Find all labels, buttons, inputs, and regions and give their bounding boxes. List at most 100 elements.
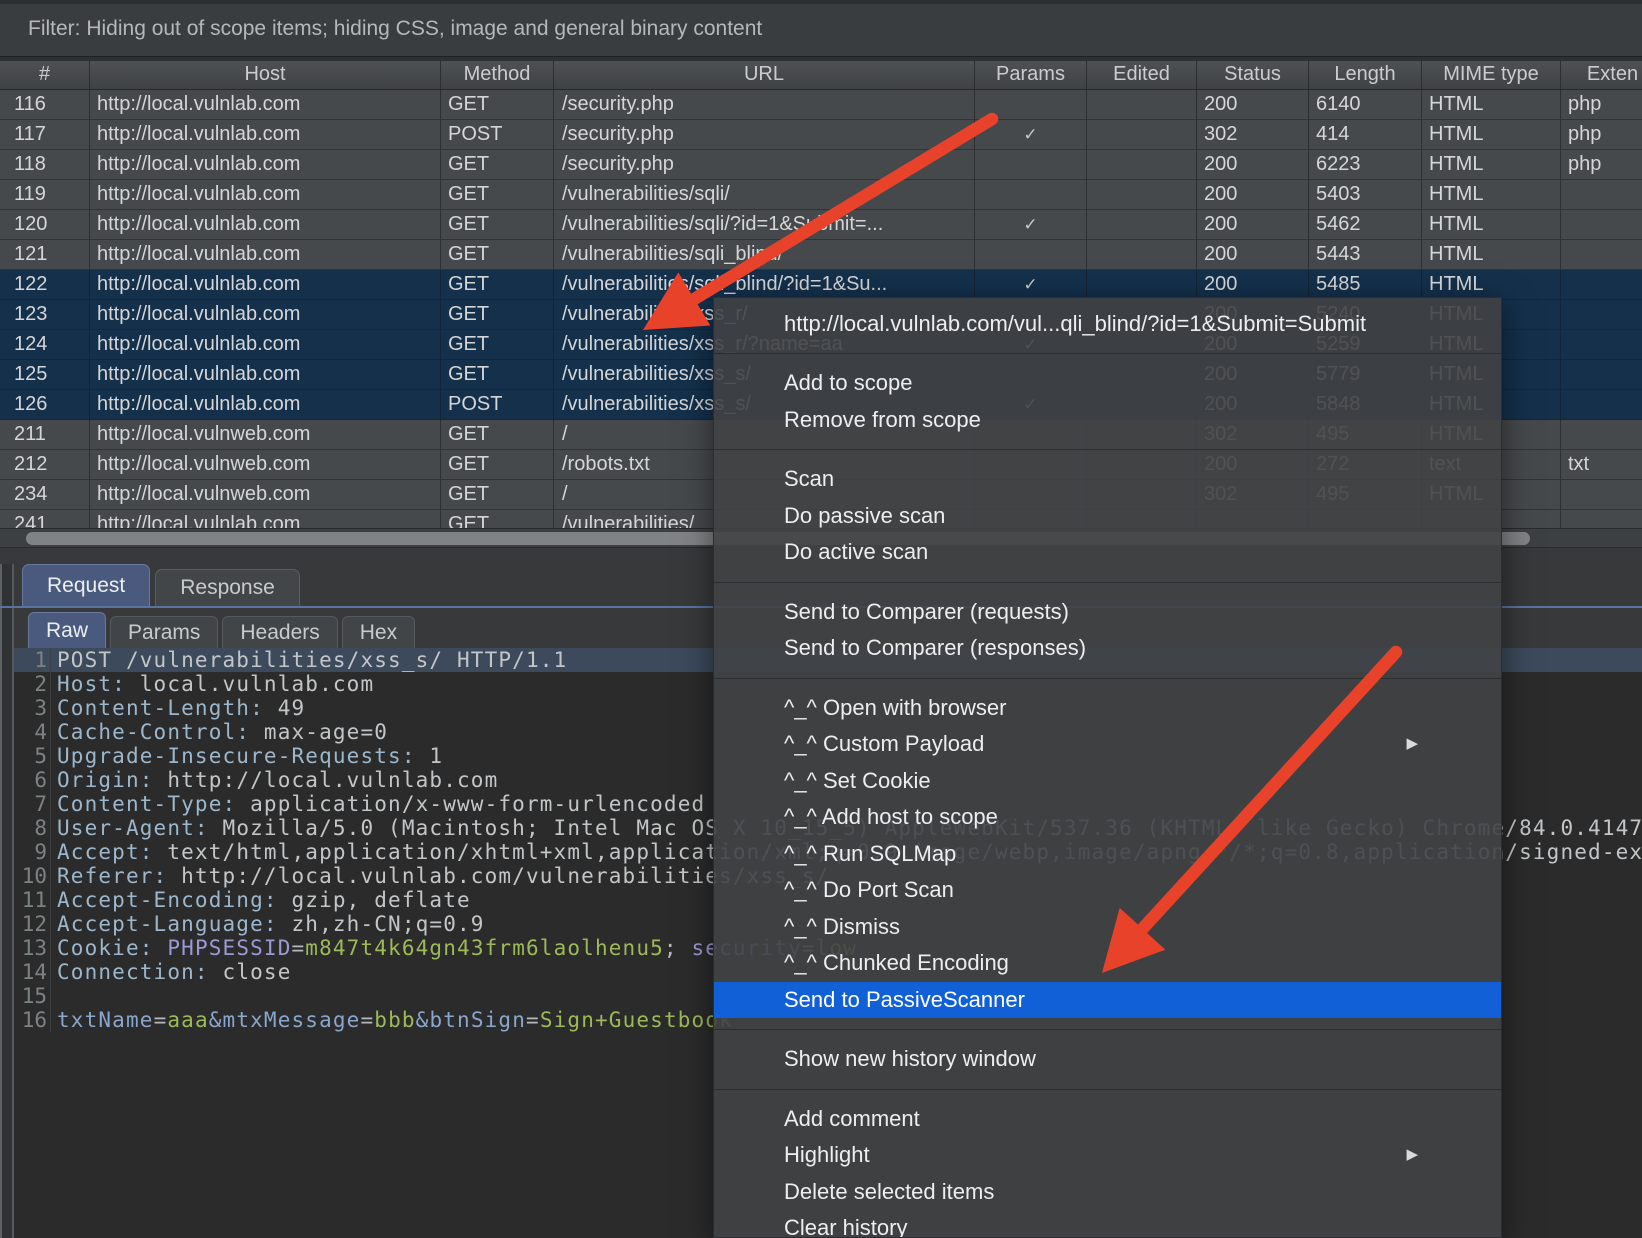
cell-edited <box>1087 180 1197 210</box>
menu-item-scan[interactable]: Scan <box>714 461 1501 498</box>
cell-mime: HTML <box>1422 210 1561 240</box>
menu-item-send-to-passivescanner[interactable]: Send to PassiveScanner <box>714 982 1501 1019</box>
cell-num: 119 <box>0 180 90 210</box>
cell-mime: HTML <box>1422 120 1561 150</box>
table-row-116[interactable]: 116http://local.vulnlab.comGET/security.… <box>0 90 1642 120</box>
cell-ext: php <box>1561 90 1642 120</box>
tab-params[interactable]: Params <box>110 616 218 648</box>
menu-item-label: Do active scan <box>784 539 928 564</box>
cell-mime: HTML <box>1422 270 1561 300</box>
column-header-params[interactable]: Params <box>975 61 1087 89</box>
menu-item-label: ^_^ Run SQLMap <box>784 841 956 866</box>
cell-length: 6223 <box>1309 150 1422 180</box>
filter-bar[interactable]: Filter: Hiding out of scope items; hidin… <box>0 0 1642 57</box>
cell-method: GET <box>441 420 554 450</box>
cell-ext <box>1561 480 1642 510</box>
menu-item-do-active-scan[interactable]: Do active scan <box>714 534 1501 571</box>
menu-item-label: Send to Comparer (requests) <box>784 599 1069 624</box>
column-header-edited[interactable]: Edited <box>1087 61 1197 89</box>
menu-item-add-host-to-scope[interactable]: ^_^ Add host to scope <box>714 799 1501 836</box>
menu-item-remove-from-scope[interactable]: Remove from scope <box>714 402 1501 439</box>
column-header-mime[interactable]: MIME type <box>1422 61 1561 89</box>
cell-params <box>975 240 1087 270</box>
cell-url: /vulnerabilities/sqli_blind/?id=1&Su... <box>554 270 975 300</box>
table-row-120[interactable]: 120http://local.vulnlab.comGET/vulnerabi… <box>0 210 1642 240</box>
menu-item-delete-selected-items[interactable]: Delete selected items <box>714 1174 1501 1211</box>
column-header-status[interactable]: Status <box>1197 61 1309 89</box>
menu-item-do-port-scan[interactable]: ^_^ Do Port Scan <box>714 872 1501 909</box>
menu-item-clear-history[interactable]: Clear history <box>714 1210 1501 1238</box>
menu-item-label: ^_^ Dismiss <box>784 914 900 939</box>
filter-text: Filter: Hiding out of scope items; hidin… <box>28 17 762 40</box>
column-header-num[interactable]: # <box>0 61 90 89</box>
column-header-method[interactable]: Method <box>441 61 554 89</box>
cell-ext <box>1561 330 1642 360</box>
menu-item-open-with-browser[interactable]: ^_^ Open with browser <box>714 690 1501 727</box>
cell-method: GET <box>441 510 554 528</box>
cell-method: GET <box>441 480 554 510</box>
line-number: 13 <box>14 936 51 960</box>
cell-mime: HTML <box>1422 90 1561 120</box>
cell-host: http://local.vulnlab.com <box>90 240 441 270</box>
tab-headers[interactable]: Headers <box>222 616 337 648</box>
table-row-117[interactable]: 117http://local.vulnlab.comPOST/security… <box>0 120 1642 150</box>
menu-item-add-comment[interactable]: Add comment <box>714 1101 1501 1138</box>
menu-item-set-cookie[interactable]: ^_^ Set Cookie <box>714 763 1501 800</box>
cell-host: http://local.vulnlab.com <box>90 390 441 420</box>
line-number: 4 <box>14 720 51 744</box>
cell-mime: HTML <box>1422 240 1561 270</box>
column-header-length[interactable]: Length <box>1309 61 1422 89</box>
cell-ext: php <box>1561 150 1642 180</box>
cell-edited <box>1087 210 1197 240</box>
cell-ext <box>1561 270 1642 300</box>
menu-item-label: ^_^ Add host to scope <box>784 804 998 829</box>
menu-separator <box>714 582 1501 583</box>
cell-ext <box>1561 210 1642 240</box>
cell-length: 5485 <box>1309 270 1422 300</box>
line-text: Upgrade-Insecure-Requests: 1 <box>51 744 443 768</box>
menu-item-chunked-encoding[interactable]: ^_^ Chunked Encoding <box>714 945 1501 982</box>
menu-item-label: Add to scope <box>784 370 912 395</box>
menu-item-send-to-comparer-requests[interactable]: Send to Comparer (requests) <box>714 594 1501 631</box>
tab-raw[interactable]: Raw <box>28 612 106 648</box>
burp-http-history-window: Filter: Hiding out of scope items; hidin… <box>0 0 1642 1238</box>
column-header-ext[interactable]: Exten <box>1561 61 1642 89</box>
table-row-122[interactable]: 122http://local.vulnlab.comGET/vulnerabi… <box>0 270 1642 300</box>
cell-length: 5462 <box>1309 210 1422 240</box>
menu-item-do-passive-scan[interactable]: Do passive scan <box>714 498 1501 535</box>
cell-method: GET <box>441 240 554 270</box>
menu-item-run-sqlmap[interactable]: ^_^ Run SQLMap <box>714 836 1501 873</box>
line-number: 14 <box>14 960 51 984</box>
table-row-119[interactable]: 119http://local.vulnlab.comGET/vulnerabi… <box>0 180 1642 210</box>
cell-num: 124 <box>0 330 90 360</box>
cell-method: POST <box>441 120 554 150</box>
menu-separator <box>714 449 1501 450</box>
column-header-host[interactable]: Host <box>90 61 441 89</box>
line-number: 10 <box>14 864 51 888</box>
tab-response[interactable]: Response <box>155 569 300 606</box>
cell-status: 200 <box>1197 90 1309 120</box>
cell-host: http://local.vulnlab.com <box>90 150 441 180</box>
line-text: Accept-Language: zh,zh-CN;q=0.9 <box>51 912 485 936</box>
table-row-121[interactable]: 121http://local.vulnlab.comGET/vulnerabi… <box>0 240 1642 270</box>
tab-request[interactable]: Request <box>22 564 150 606</box>
cell-ext <box>1561 420 1642 450</box>
tab-hex[interactable]: Hex <box>342 616 415 648</box>
line-number: 5 <box>14 744 51 768</box>
table-row-118[interactable]: 118http://local.vulnlab.comGET/security.… <box>0 150 1642 180</box>
submenu-arrow-icon: ▶ <box>1406 1137 1418 1174</box>
menu-item-highlight[interactable]: Highlight▶ <box>714 1137 1501 1174</box>
line-number: 8 <box>14 816 51 840</box>
line-text: Connection: close <box>51 960 292 984</box>
line-text: Content-Length: 49 <box>51 696 305 720</box>
line-number: 7 <box>14 792 51 816</box>
column-header-url[interactable]: URL <box>554 61 975 89</box>
cell-status: 200 <box>1197 210 1309 240</box>
menu-item-show-new-history-window[interactable]: Show new history window <box>714 1041 1501 1078</box>
menu-item-add-to-scope[interactable]: Add to scope <box>714 365 1501 402</box>
line-number: 16 <box>14 1008 51 1032</box>
menu-item-dismiss[interactable]: ^_^ Dismiss <box>714 909 1501 946</box>
cell-edited <box>1087 270 1197 300</box>
menu-item-custom-payload[interactable]: ^_^ Custom Payload▶ <box>714 726 1501 763</box>
menu-item-send-to-comparer-responses[interactable]: Send to Comparer (responses) <box>714 630 1501 667</box>
